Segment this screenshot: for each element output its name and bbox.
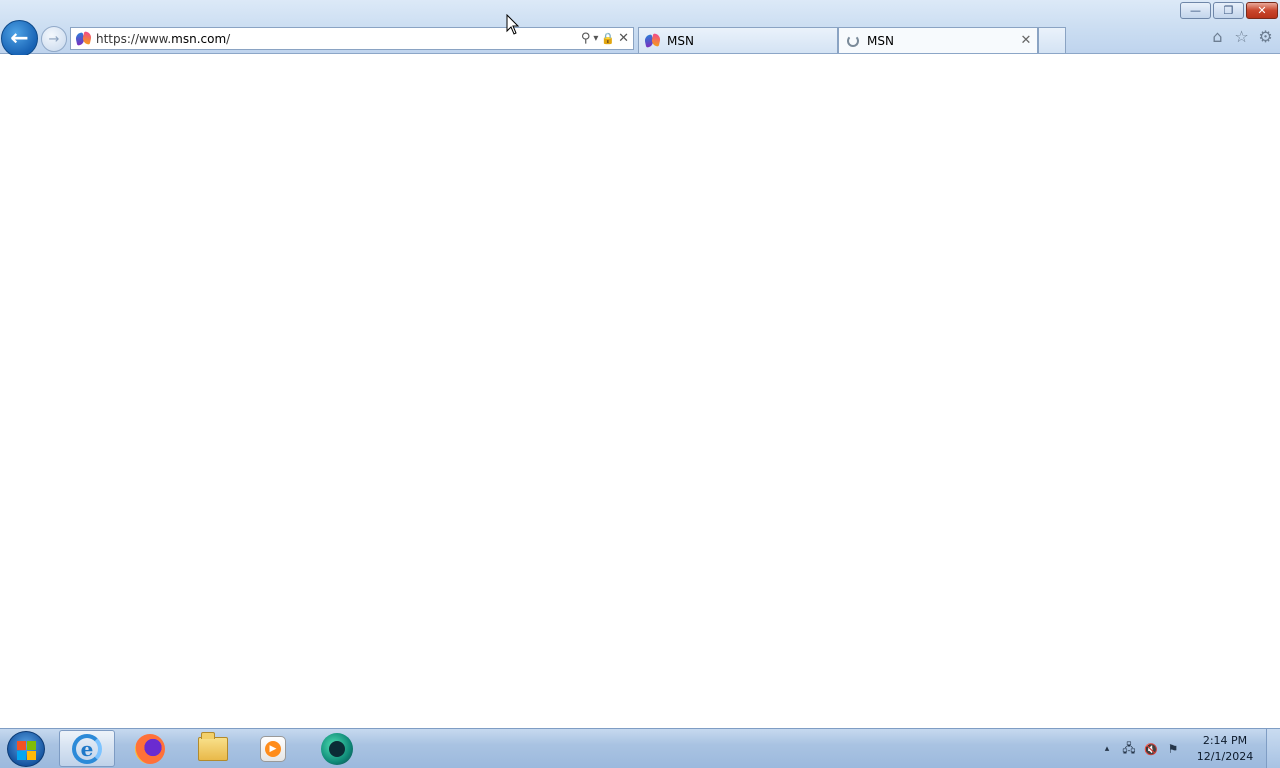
taskbar-media-player[interactable]: ▶ — [245, 730, 301, 767]
favorites-star-icon[interactable]: ☆ — [1233, 28, 1250, 45]
dropdown-icon[interactable]: ▾ — [593, 33, 598, 44]
url-path: / — [226, 31, 231, 46]
msn-butterfly-icon — [645, 33, 661, 49]
media-player-icon: ▶ — [260, 735, 286, 762]
forward-arrow-icon: → — [48, 31, 60, 47]
firefox-icon — [135, 733, 165, 764]
system-tray: ▴ 🖧 🔇 ⚑ 2:14 PM 12/1/2024 — [1096, 729, 1260, 768]
app-icon — [321, 732, 353, 765]
taskbar-app[interactable] — [309, 730, 365, 767]
clock-date: 12/1/2024 — [1196, 750, 1254, 763]
network-icon[interactable]: 🖧 — [1118, 739, 1140, 760]
address-bar[interactable]: https://www.msn.com/ ⚲ ▾ 🔒 ✕ — [70, 27, 634, 50]
restore-button[interactable]: ❐ — [1213, 2, 1244, 19]
forward-button[interactable]: → — [41, 26, 67, 52]
clock-time: 2:14 PM — [1202, 734, 1248, 747]
toolbar-right: ⌂ ☆ ⚙ — [1209, 28, 1274, 45]
show-hidden-icons-icon[interactable]: ▴ — [1096, 744, 1118, 754]
start-button[interactable] — [7, 731, 45, 767]
action-center-flag-icon[interactable]: ⚑ — [1162, 742, 1184, 756]
address-bar-icons: ⚲ ▾ 🔒 ✕ — [581, 31, 629, 46]
show-desktop-button[interactable] — [1266, 729, 1280, 768]
taskbar-internet-explorer[interactable]: e — [59, 730, 115, 767]
page-content[interactable] — [0, 55, 1280, 728]
home-icon[interactable]: ⌂ — [1209, 28, 1226, 45]
new-tab-button[interactable] — [1038, 27, 1066, 53]
back-button[interactable]: ← — [1, 20, 38, 57]
tab-msn-2[interactable]: MSN ✕ — [838, 27, 1038, 53]
window-controls: — ❐ ✕ — [1180, 2, 1278, 19]
url-scheme: https://www. — [96, 31, 172, 46]
tab-label: MSN — [867, 33, 894, 48]
stop-icon[interactable]: ✕ — [618, 31, 629, 46]
taskbar: e ▶ ▴ 🖧 🔇 ⚑ 2:14 PM 12/1/2024 — [0, 728, 1280, 768]
url-domain: msn.com — [171, 31, 227, 46]
search-icon[interactable]: ⚲ — [581, 31, 591, 46]
folder-icon — [198, 731, 228, 761]
clock[interactable]: 2:14 PM 12/1/2024 — [1190, 733, 1260, 765]
tab-close-icon[interactable]: ✕ — [1018, 33, 1034, 48]
back-arrow-icon: ← — [10, 26, 29, 51]
minimize-button[interactable]: — — [1180, 2, 1211, 19]
close-button[interactable]: ✕ — [1246, 2, 1278, 19]
taskbar-file-explorer[interactable] — [185, 730, 241, 767]
volume-muted-icon[interactable]: 🔇 — [1140, 743, 1162, 756]
taskbar-firefox[interactable] — [122, 730, 178, 767]
lock-icon[interactable]: 🔒 — [601, 32, 615, 45]
internet-explorer-icon: e — [72, 733, 102, 764]
loading-spinner-icon — [847, 34, 859, 47]
tab-msn-1[interactable]: MSN — [638, 27, 838, 53]
msn-butterfly-icon — [76, 31, 92, 47]
browser-chrome: — ❐ ✕ ← → https://www.msn.com/ ⚲ ▾ 🔒 ✕ M… — [0, 0, 1280, 57]
settings-gear-icon[interactable]: ⚙ — [1257, 28, 1274, 45]
tab-label: MSN — [667, 33, 694, 48]
mouse-cursor-icon — [506, 14, 520, 35]
